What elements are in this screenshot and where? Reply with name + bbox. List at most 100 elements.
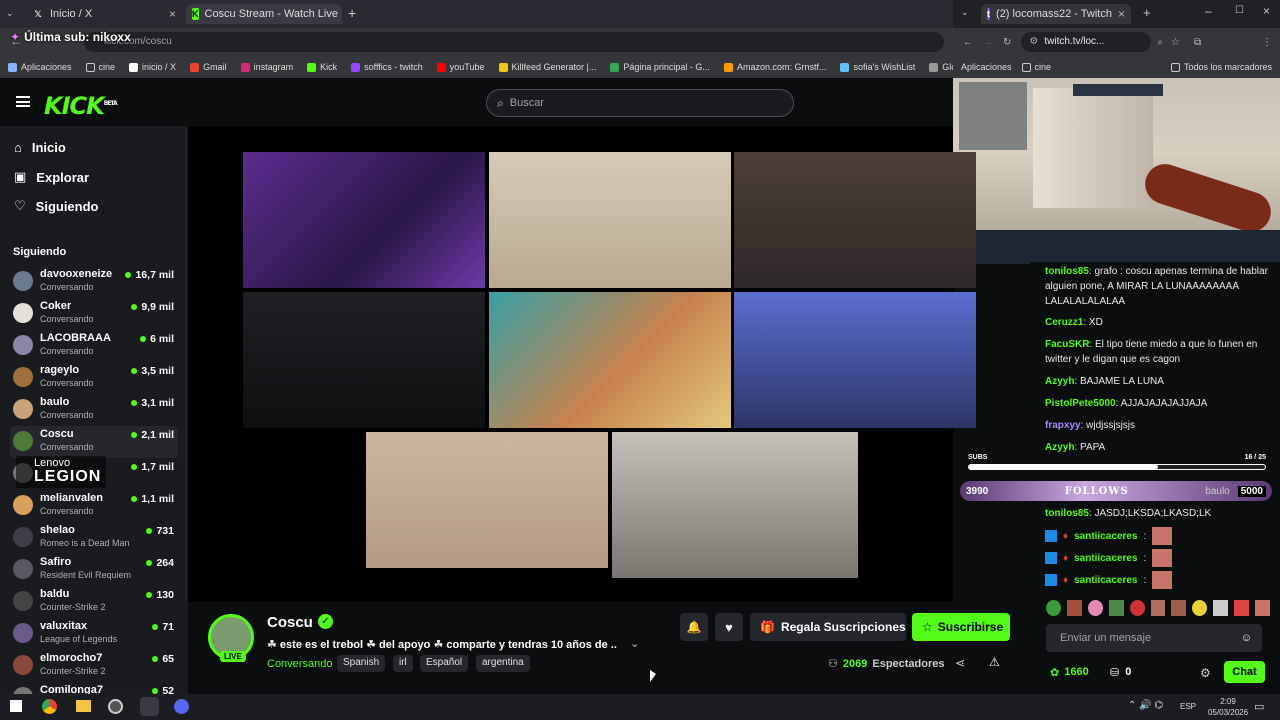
bookmark-killfeed[interactable]: Killfeed Generator |...	[498, 62, 596, 72]
bookmark-twitch[interactable]: sofffics - twitch	[351, 62, 423, 72]
tab-list-icon[interactable]: ⌄	[6, 8, 14, 19]
tab-list-icon[interactable]: ⌄	[961, 7, 969, 18]
following-item[interactable]: LACOBRAAA Conversando 6 mil	[10, 330, 178, 362]
emote-icon[interactable]	[1255, 600, 1270, 616]
channel-name[interactable]: Coscu	[267, 614, 313, 631]
system-tray-icons[interactable]: ⌃ 🔊 ⌬	[1128, 700, 1163, 711]
emote-icon[interactable]	[1046, 600, 1061, 616]
following-item[interactable]: baldu Counter-Strike 2 130	[10, 586, 178, 618]
chat-message-input[interactable]: Enviar un mensaje ☺	[1046, 624, 1262, 652]
following-item-active[interactable]: Coscu Conversando 2,1 mil	[10, 426, 178, 458]
tag[interactable]: Español	[420, 655, 469, 672]
bookmark-instagram[interactable]: instagram	[240, 62, 293, 72]
notification-bell-button[interactable]: 🔔	[680, 613, 708, 641]
emote-icon[interactable]	[1192, 600, 1208, 616]
site-info-icon[interactable]: ⚙	[1029, 36, 1038, 48]
bookmark-kick[interactable]: Kick	[307, 62, 337, 72]
bookmark-youtube[interactable]: youTube	[436, 62, 485, 72]
follow-heart-button[interactable]: ♥	[715, 613, 743, 641]
report-icon[interactable]: ⚠	[989, 655, 1000, 669]
close-icon[interactable]: ×	[1118, 7, 1125, 21]
twitch-video-player[interactable]	[953, 78, 1280, 264]
bookmark-star-icon[interactable]: ☆	[1171, 37, 1180, 48]
following-item[interactable]: Coker Conversando 9,9 mil	[10, 298, 178, 330]
forward-icon[interactable]: →	[983, 37, 993, 48]
extensions-icon[interactable]: ⧉	[1194, 37, 1201, 48]
nav-inicio[interactable]: ⌂ Inicio	[14, 140, 66, 155]
back-icon[interactable]: ←	[963, 37, 973, 48]
following-item[interactable]: baulo Conversando 3,1 mil	[10, 394, 178, 426]
bookmark-drive[interactable]: Página principal - G...	[610, 62, 710, 72]
hamburger-menu-icon[interactable]	[16, 96, 30, 107]
following-item[interactable]: shelao Romeo is a Dead Man 731	[10, 522, 178, 554]
following-item[interactable]: Comilonga7 52	[10, 682, 178, 694]
tag[interactable]: argentina	[476, 655, 530, 672]
windows-start-icon[interactable]	[10, 700, 22, 712]
following-item[interactable]: melianvalen Conversando 1,1 mil	[10, 490, 178, 522]
emote-icon[interactable]	[1213, 600, 1229, 616]
chrome-icon[interactable]	[42, 699, 57, 714]
discord-icon[interactable]	[174, 699, 189, 714]
emote-icon[interactable]	[1171, 600, 1187, 616]
zoom-icon[interactable]: ⌕	[1157, 37, 1163, 48]
chat-send-button[interactable]: Chat	[1224, 661, 1265, 683]
bits-count[interactable]: ⛁ 0	[1110, 666, 1131, 679]
tab-twitch[interactable]: t (2) locomass22 - Twitch ×	[981, 4, 1131, 24]
emote-icon[interactable]	[1087, 600, 1103, 616]
kick-logo[interactable]: KICKBETA	[44, 92, 118, 120]
bookmark-amazon[interactable]: Amazon.com: Grnstf...	[723, 62, 826, 72]
close-window-icon[interactable]: ×	[1263, 4, 1270, 18]
new-tab-icon[interactable]: +	[348, 5, 356, 21]
nav-siguiendo[interactable]: ♡ Siguiendo	[14, 198, 99, 214]
minimize-icon[interactable]: –	[1205, 4, 1212, 18]
stream-category[interactable]: Conversando	[267, 658, 332, 670]
emote-icon[interactable]	[1066, 600, 1082, 616]
gift-subs-button[interactable]: 🎁 Regala Suscripciones	[750, 613, 906, 641]
f-icon	[929, 62, 939, 72]
reload-icon[interactable]: ↻	[1003, 37, 1011, 48]
menu-icon[interactable]: ⋮	[1262, 37, 1272, 48]
following-item[interactable]: rageylo Conversando 3,5 mil	[10, 362, 178, 394]
bookmark-gmail[interactable]: Gmail	[190, 62, 227, 72]
emote-icon[interactable]	[1129, 600, 1145, 616]
emote-icon[interactable]	[1108, 600, 1124, 616]
channel-points[interactable]: ✿ 1660	[1050, 666, 1089, 679]
notifications-icon[interactable]: ▭	[1254, 700, 1264, 713]
maximize-icon[interactable]: ☐	[1235, 5, 1244, 16]
file-explorer-icon[interactable]	[76, 700, 91, 712]
tag[interactable]: irl	[393, 655, 413, 672]
url-field[interactable]: ⚙ twitch.tv/loc...	[1021, 32, 1152, 52]
emoji-icon[interactable]: ☺	[1241, 632, 1252, 644]
subscribe-button[interactable]: ☆ Suscribirse	[912, 613, 1010, 641]
new-tab-icon[interactable]: +	[1143, 5, 1151, 20]
bookmark-folder[interactable]: cine	[1021, 62, 1051, 72]
chrome-profile-icon[interactable]	[140, 697, 159, 716]
search-input[interactable]: ⌕ Buscar	[486, 89, 794, 117]
bookmark-apps[interactable]: Aplicaciones	[961, 62, 1012, 72]
bookmark-all[interactable]: Todos los marcadores	[1170, 62, 1272, 72]
following-item[interactable]: Safiro Resident Evil Requiem 264	[10, 554, 178, 586]
following-item[interactable]: davooxeneize Conversando 16,7 mil	[10, 266, 178, 298]
following-item[interactable]: elmorocho7 Counter-Strike 2 65	[10, 650, 178, 682]
obs-icon[interactable]	[108, 699, 123, 714]
chat-settings-icon[interactable]: ⚙	[1200, 666, 1211, 680]
close-icon[interactable]: ×	[169, 7, 176, 21]
chevron-down-icon[interactable]: ⌄	[630, 637, 639, 650]
following-item[interactable]: valuxitax League of Legends 71	[10, 618, 178, 650]
tab-x[interactable]: 𝕏 Inicio / X ×	[26, 4, 182, 24]
emote-icon[interactable]	[1150, 600, 1166, 616]
language-indicator[interactable]: ESP	[1180, 702, 1196, 711]
clock[interactable]: 2:09 05/03/2026	[1208, 696, 1248, 718]
nav-explorar[interactable]: ▣ Explorar	[14, 169, 89, 185]
bookmark-x[interactable]: inicio / X	[129, 62, 176, 72]
bookmark-folder[interactable]: cine	[85, 62, 115, 72]
tab-kick[interactable]: K Coscu Stream - Watch Live 🔊 ×	[186, 4, 342, 24]
share-icon[interactable]: ⋖	[955, 656, 965, 670]
url-field[interactable]: kick.com/coscu	[84, 32, 944, 52]
bookmark-wishlist[interactable]: sofia's WishList	[840, 62, 915, 72]
bookmark-apps[interactable]: Aplicaciones	[8, 62, 72, 72]
bookmark-glock[interactable]: Glock-18 | Shinobi	[929, 62, 953, 72]
tag[interactable]: Spanish	[337, 655, 386, 672]
emote-icon[interactable]	[1234, 600, 1250, 616]
kick-video-player[interactable]	[188, 126, 976, 602]
